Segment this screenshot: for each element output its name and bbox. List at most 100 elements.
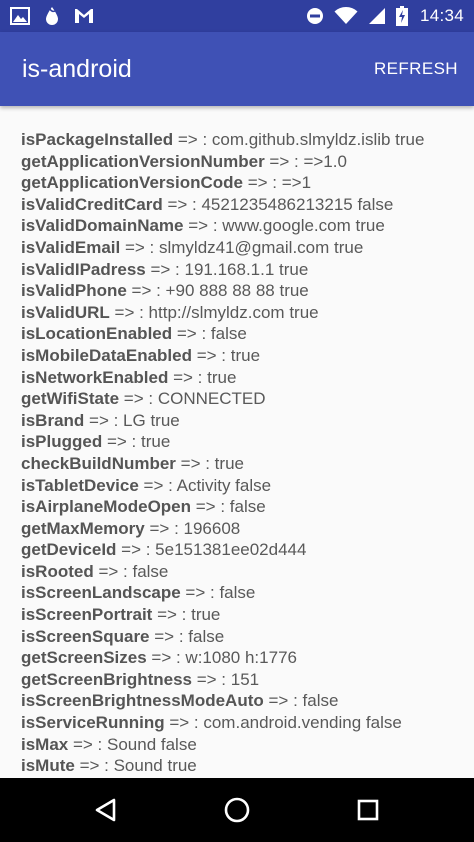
method-result: => : +90 888 88 88 true bbox=[126, 281, 309, 301]
method-result: => : 151 bbox=[192, 669, 260, 689]
result-line: isMobileDataEnabled => : true bbox=[21, 345, 466, 367]
image-icon bbox=[10, 7, 30, 25]
method-result: => : w:1080 h:1776 bbox=[146, 648, 297, 668]
result-line: isValidIPadress => : 191.168.1.1 true bbox=[21, 259, 466, 281]
method-result: => : http://slmyldz.com true bbox=[109, 302, 319, 322]
method-name: getMaxMemory bbox=[21, 518, 145, 538]
app-title: is-android bbox=[22, 55, 132, 83]
method-result: => : com.android.vending false bbox=[164, 713, 402, 733]
notification-icons bbox=[10, 6, 94, 26]
method-name: isLocationEnabled bbox=[21, 324, 173, 344]
method-result: => : true bbox=[175, 453, 244, 473]
method-name: isServiceRunning bbox=[21, 713, 165, 733]
method-name: isValidEmail bbox=[21, 237, 121, 257]
method-result: => : true bbox=[168, 367, 237, 387]
method-result: => : www.google.com true bbox=[183, 216, 385, 236]
method-result: => : false bbox=[172, 324, 247, 344]
home-icon bbox=[223, 796, 251, 824]
result-line: checkBuildNumber => : true bbox=[21, 453, 466, 475]
result-line: isValidURL => : http://slmyldz.com true bbox=[21, 302, 466, 324]
method-result: => : Sound false bbox=[68, 734, 197, 754]
method-result: => : LG true bbox=[84, 410, 180, 430]
method-name: isValidPhone bbox=[21, 281, 127, 301]
method-name: isScreenSquare bbox=[21, 626, 150, 646]
method-name: getWifiState bbox=[21, 389, 120, 409]
method-name: isBrand bbox=[21, 410, 85, 430]
method-name: isValidDomainName bbox=[21, 216, 184, 236]
method-result: => : false bbox=[191, 497, 266, 517]
method-name: isScreenLandscape bbox=[21, 583, 181, 603]
result-line: isTabletDevice => : Activity false bbox=[21, 475, 466, 497]
method-result: => : false bbox=[93, 561, 169, 581]
do-not-disturb-icon bbox=[306, 7, 324, 25]
method-name: checkBuildNumber bbox=[21, 453, 176, 473]
result-line: isServiceRunning => : com.android.vendin… bbox=[21, 712, 466, 734]
result-line: getApplicationVersionNumber => : =>1.0 bbox=[21, 151, 466, 173]
result-line: isValidCreditCard => : 4521235486213215 … bbox=[21, 194, 466, 216]
method-name: isRooted bbox=[21, 561, 94, 581]
result-line: isAirplaneModeOpen => : false bbox=[21, 496, 466, 518]
recents-icon bbox=[356, 798, 380, 822]
method-result: => : true bbox=[191, 345, 261, 365]
result-line: isNetworkEnabled => : true bbox=[21, 367, 466, 389]
method-result: => : CONNECTED bbox=[119, 389, 266, 409]
method-result: => : =>1.0 bbox=[264, 151, 347, 171]
method-result: => : =>1 bbox=[242, 173, 312, 193]
system-status-icons: 14:34 bbox=[306, 4, 464, 28]
method-result: => : com.github.slmyldz.islib true bbox=[173, 130, 425, 149]
method-name: isValidCreditCard bbox=[21, 194, 163, 214]
results-scroll-area[interactable]: isPackageInstalled => : com.github.slmyl… bbox=[0, 106, 474, 778]
recents-button[interactable] bbox=[350, 792, 386, 828]
method-result: => : 5e151381ee02d444 bbox=[116, 540, 307, 560]
result-line: getScreenSizes => : w:1080 h:1776 bbox=[21, 647, 466, 669]
status-time: 14:34 bbox=[419, 6, 464, 25]
method-result: => : 191.168.1.1 true bbox=[145, 259, 309, 279]
method-name: getApplicationVersionCode bbox=[21, 173, 243, 193]
water-drop-icon bbox=[44, 6, 60, 26]
method-name: isPackageInstalled bbox=[21, 130, 174, 149]
method-name: isValidURL bbox=[21, 302, 110, 322]
app-screen: 14:34 is-android REFRESH isPackageInstal… bbox=[0, 0, 474, 842]
result-line: getScreenBrightness => : 151 bbox=[21, 669, 466, 691]
result-line: isValidEmail => : slmyldz41@gmail.com tr… bbox=[21, 237, 466, 259]
result-line: isBrand => : LG true bbox=[21, 410, 466, 432]
method-name: isPlugged bbox=[21, 432, 103, 452]
method-result: => : true bbox=[102, 432, 171, 452]
method-name: getScreenBrightness bbox=[21, 669, 192, 689]
method-result: => : 4521235486213215 false bbox=[162, 194, 394, 214]
method-result: => : Activity false bbox=[138, 475, 272, 495]
status-bar: 14:34 bbox=[0, 0, 474, 32]
refresh-button[interactable]: REFRESH bbox=[374, 59, 458, 79]
method-result: => : slmyldz41@gmail.com true bbox=[120, 237, 364, 257]
result-line: isLocationEnabled => : false bbox=[21, 323, 466, 345]
result-line: isMax => : Sound false bbox=[21, 734, 466, 756]
back-icon bbox=[93, 797, 119, 823]
method-result: => : false bbox=[263, 691, 339, 711]
method-name: isMobileDataEnabled bbox=[21, 345, 192, 365]
method-name: getDeviceId bbox=[21, 540, 117, 560]
method-result: => : false bbox=[149, 626, 225, 646]
method-result: => : 196608 bbox=[144, 518, 241, 538]
result-line: getWifiState => : CONNECTED bbox=[21, 388, 466, 410]
result-line: isScreenLandscape => : false bbox=[21, 582, 466, 604]
home-button[interactable] bbox=[219, 792, 255, 828]
result-line: isValidPhone => : +90 888 88 88 true bbox=[21, 280, 466, 302]
method-result: => : true bbox=[152, 605, 221, 625]
signal-icon bbox=[368, 7, 386, 25]
navigation-bar bbox=[0, 778, 474, 842]
result-line: isScreenPortrait => : true bbox=[21, 604, 466, 626]
result-line: isScreenSquare => : false bbox=[21, 626, 466, 648]
result-line: getDeviceId => : 5e151381ee02d444 bbox=[21, 539, 466, 561]
method-name: isScreenBrightnessModeAuto bbox=[21, 691, 264, 711]
result-line: isScreenBrightnessModeAuto => : false bbox=[21, 690, 466, 712]
method-name: isAirplaneModeOpen bbox=[21, 497, 192, 517]
method-result: => : Sound true bbox=[74, 756, 197, 776]
result-line: isPackageInstalled => : com.github.slmyl… bbox=[21, 129, 466, 151]
app-bar: is-android REFRESH bbox=[0, 32, 474, 106]
battery-charging-icon bbox=[395, 6, 408, 26]
method-name: isMax bbox=[21, 734, 69, 754]
method-name: isMute bbox=[21, 756, 75, 776]
result-line: getMaxMemory => : 196608 bbox=[21, 518, 466, 540]
back-button[interactable] bbox=[88, 792, 124, 828]
gmail-icon bbox=[74, 8, 94, 24]
